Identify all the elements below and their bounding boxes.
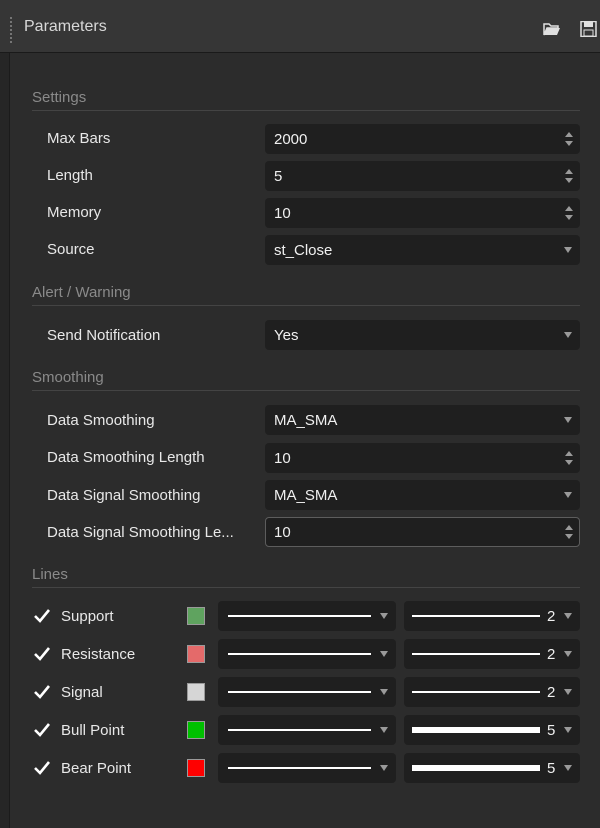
window-title: Parameters bbox=[24, 18, 107, 35]
line-style-select-bull-point[interactable] bbox=[218, 715, 396, 745]
checkbox-bear-point[interactable] bbox=[33, 759, 51, 777]
memory-input[interactable]: 10 bbox=[265, 198, 580, 228]
line-width-value: 2 bbox=[547, 646, 556, 663]
color-swatch-signal[interactable] bbox=[187, 683, 205, 701]
chevron-down-icon[interactable] bbox=[564, 247, 572, 253]
source-value: st_Close bbox=[274, 242, 333, 259]
chevron-down-icon[interactable] bbox=[564, 613, 572, 619]
line-width-select-bull-point[interactable]: 5 bbox=[404, 715, 580, 745]
line-label-resistance: Resistance bbox=[61, 646, 136, 663]
section-title: Alert / Warning bbox=[32, 284, 131, 301]
line-width-preview bbox=[412, 653, 540, 655]
title-bar: Parameters bbox=[0, 0, 600, 53]
section-lines: Lines bbox=[32, 563, 580, 588]
spinner-arrows-icon[interactable] bbox=[565, 129, 573, 149]
data-smoothing-value: MA_SMA bbox=[274, 412, 338, 429]
checkbox-support[interactable] bbox=[33, 607, 51, 625]
length-value: 5 bbox=[274, 168, 283, 185]
data-smoothing-label: Data Smoothing bbox=[47, 412, 155, 429]
line-width-preview bbox=[412, 691, 540, 693]
chevron-down-icon[interactable] bbox=[380, 689, 388, 695]
spinner-arrows-icon[interactable] bbox=[565, 166, 573, 186]
max-bars-label: Max Bars bbox=[47, 130, 111, 147]
source-label: Source bbox=[47, 241, 95, 258]
line-label-signal: Signal bbox=[61, 684, 103, 701]
section-title: Lines bbox=[32, 566, 68, 583]
send-notification-select[interactable]: Yes bbox=[265, 320, 580, 350]
line-style-preview bbox=[228, 653, 371, 655]
line-style-preview bbox=[228, 729, 371, 731]
data-smoothing-length-label: Data Smoothing Length bbox=[47, 449, 205, 466]
line-style-select-signal[interactable] bbox=[218, 677, 396, 707]
data-signal-smoothing-length-value: 10 bbox=[274, 524, 291, 541]
data-smoothing-length-input[interactable]: 10 bbox=[265, 443, 580, 473]
line-width-value: 2 bbox=[547, 608, 556, 625]
save-icon[interactable] bbox=[580, 21, 598, 37]
line-width-value: 5 bbox=[547, 722, 556, 739]
memory-value: 10 bbox=[274, 205, 291, 222]
line-width-preview bbox=[412, 765, 540, 771]
data-smoothing-length-value: 10 bbox=[274, 450, 291, 467]
data-signal-smoothing-value: MA_SMA bbox=[274, 487, 338, 504]
max-bars-input[interactable]: 2000 bbox=[265, 124, 580, 154]
chevron-down-icon[interactable] bbox=[380, 765, 388, 771]
chevron-down-icon[interactable] bbox=[564, 417, 572, 423]
line-width-select-resistance[interactable]: 2 bbox=[404, 639, 580, 669]
data-signal-smoothing-length-input[interactable]: 10 bbox=[265, 517, 580, 547]
source-select[interactable]: st_Close bbox=[265, 235, 580, 265]
chevron-down-icon[interactable] bbox=[380, 651, 388, 657]
line-label-bear-point: Bear Point bbox=[61, 760, 132, 777]
line-width-select-signal[interactable]: 2 bbox=[404, 677, 580, 707]
line-width-select-support[interactable]: 2 bbox=[404, 601, 580, 631]
line-style-select-bear-point[interactable] bbox=[218, 753, 396, 783]
chevron-down-icon[interactable] bbox=[380, 727, 388, 733]
section-alert-warning: Alert / Warning bbox=[32, 281, 580, 306]
line-width-preview bbox=[412, 615, 540, 617]
line-width-value: 5 bbox=[547, 760, 556, 777]
section-settings: Settings bbox=[32, 86, 580, 111]
line-label-support: Support bbox=[61, 608, 114, 625]
memory-label: Memory bbox=[47, 204, 102, 221]
line-style-preview bbox=[228, 615, 371, 617]
section-title: Smoothing bbox=[32, 369, 104, 386]
line-style-select-resistance[interactable] bbox=[218, 639, 396, 669]
line-label-bull-point: Bull Point bbox=[61, 722, 125, 739]
chevron-down-icon[interactable] bbox=[380, 613, 388, 619]
color-swatch-bear-point[interactable] bbox=[187, 759, 205, 777]
chevron-down-icon[interactable] bbox=[564, 492, 572, 498]
checkbox-resistance[interactable] bbox=[33, 645, 51, 663]
color-swatch-support[interactable] bbox=[187, 607, 205, 625]
section-smoothing: Smoothing bbox=[32, 366, 580, 391]
data-signal-smoothing-label: Data Signal Smoothing bbox=[47, 487, 201, 504]
chevron-down-icon[interactable] bbox=[564, 689, 572, 695]
data-signal-smoothing-length-label: Data Signal Smoothing Le... bbox=[47, 524, 234, 541]
line-width-select-bear-point[interactable]: 5 bbox=[404, 753, 580, 783]
send-notification-label: Send Notification bbox=[47, 327, 161, 344]
chevron-down-icon[interactable] bbox=[564, 765, 572, 771]
spinner-arrows-icon[interactable] bbox=[565, 522, 573, 542]
data-smoothing-select[interactable]: MA_SMA bbox=[265, 405, 580, 435]
line-style-preview bbox=[228, 691, 371, 693]
chevron-down-icon[interactable] bbox=[564, 332, 572, 338]
send-notification-value: Yes bbox=[274, 327, 299, 344]
data-signal-smoothing-select[interactable]: MA_SMA bbox=[265, 480, 580, 510]
line-style-preview bbox=[228, 767, 371, 769]
line-style-select-support[interactable] bbox=[218, 601, 396, 631]
length-input[interactable]: 5 bbox=[265, 161, 580, 191]
line-width-value: 2 bbox=[547, 684, 556, 701]
line-width-preview bbox=[412, 727, 540, 733]
chevron-down-icon[interactable] bbox=[564, 651, 572, 657]
checkbox-signal[interactable] bbox=[33, 683, 51, 701]
folder-open-icon[interactable] bbox=[543, 21, 561, 37]
color-swatch-bull-point[interactable] bbox=[187, 721, 205, 739]
checkbox-bull-point[interactable] bbox=[33, 721, 51, 739]
color-swatch-resistance[interactable] bbox=[187, 645, 205, 663]
spinner-arrows-icon[interactable] bbox=[565, 448, 573, 468]
section-title: Settings bbox=[32, 89, 87, 106]
length-label: Length bbox=[47, 167, 93, 184]
max-bars-value: 2000 bbox=[274, 131, 308, 148]
chevron-down-icon[interactable] bbox=[564, 727, 572, 733]
spinner-arrows-icon[interactable] bbox=[565, 203, 573, 223]
drag-grip-icon[interactable] bbox=[9, 16, 13, 44]
